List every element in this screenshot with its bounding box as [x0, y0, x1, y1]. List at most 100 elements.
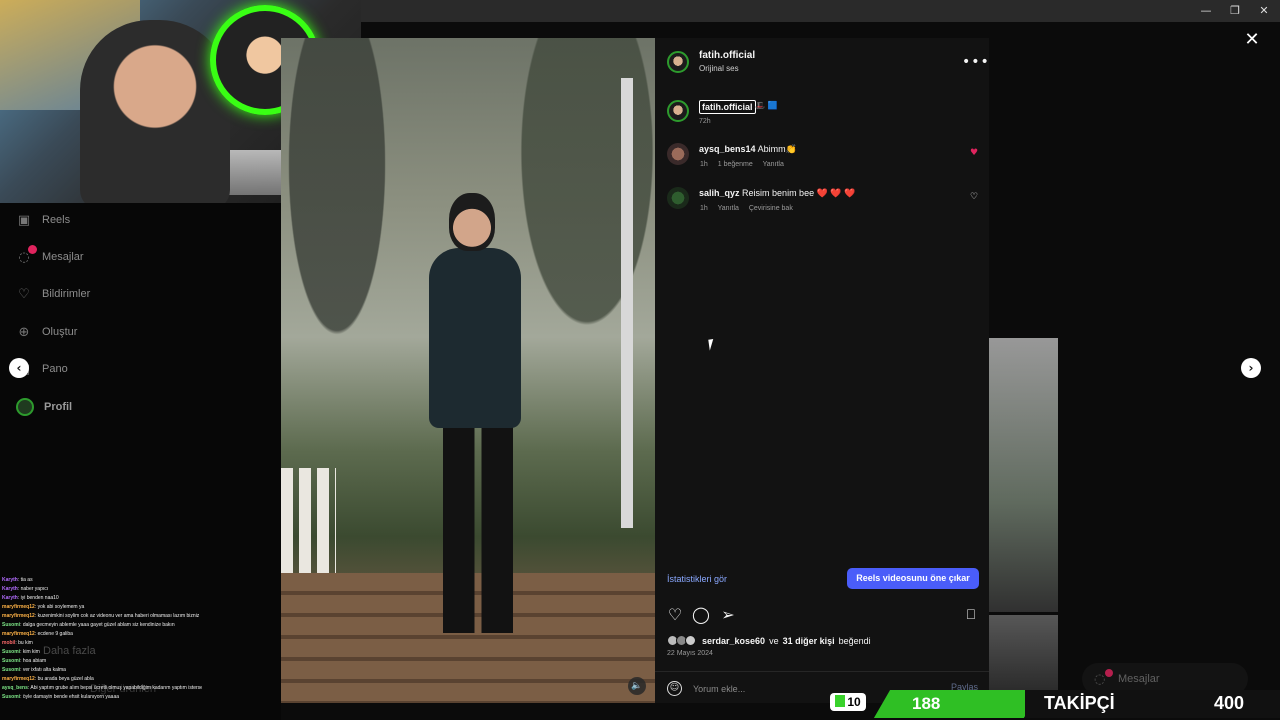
chat-message: Karyth: naber yapıcı	[2, 585, 202, 594]
boost-reel-button[interactable]: Reels videosunu öne çıkar	[847, 568, 979, 589]
chat-message: aysq_bens: Abi yaptım grube alım bepsi ü…	[2, 684, 202, 693]
comment-avatar[interactable]	[667, 187, 689, 209]
chat-username[interactable]: Karyth	[2, 577, 18, 583]
volume-icon[interactable]: 🔈	[628, 677, 646, 695]
chat-message: Karyth: iyi benden naa10	[2, 594, 202, 603]
chat-username[interactable]: Karyth	[2, 595, 18, 601]
chat-username[interactable]: aysq_bens	[2, 685, 28, 691]
chat-text: bu arada beya güzel abla	[37, 676, 94, 682]
sidebar-item-label: Bildirimler	[42, 288, 91, 300]
chat-username[interactable]: Susomi	[2, 667, 20, 673]
like-icon[interactable]: ♡	[666, 606, 684, 624]
man-in-suit	[421, 193, 531, 633]
next-post-button[interactable]: ›	[1241, 358, 1261, 378]
window-close-icon[interactable]: ✕	[1256, 3, 1272, 19]
sidebar-item-label: Mesajlar	[42, 251, 84, 263]
comment: salih_qyz Reisim benim bee ❤️ ❤️ ❤️	[699, 188, 855, 199]
chat-text: kim kim	[22, 649, 40, 655]
liked-by-others[interactable]: 31 diğer kişi	[783, 636, 835, 646]
view-insights-link[interactable]: İstatistikleri gör	[667, 574, 727, 584]
chat-username[interactable]: maryfirmeq12	[2, 613, 35, 619]
chat-text: yok abi soylemem ya	[37, 604, 85, 610]
comment-body: Abimm👏	[757, 144, 797, 154]
follower-label: TAKİPÇİ	[1044, 693, 1115, 713]
follower-goal-bar: 10 188 TAKİPÇİ 400	[820, 688, 1280, 720]
chat-username[interactable]: Susomi	[2, 622, 20, 628]
close-icon[interactable]: ✕	[1242, 30, 1262, 50]
chat-text: ecdene 9 galiba	[37, 631, 73, 637]
comment-body: Reisim benim bee ❤️ ❤️ ❤️	[742, 188, 856, 198]
chat-text: hoa abiam	[22, 658, 47, 664]
chat-message: Susomi: ver ixfatı alta kalma	[2, 666, 202, 675]
maximize-icon[interactable]: ❐	[1227, 3, 1243, 19]
screen: — ❐ ✕ ▣ Reels ◌ Mesajlar ♡ Bildirimler ⊕…	[0, 0, 1280, 720]
follower-goal: 400	[1214, 693, 1245, 713]
comment-username[interactable]: salih_qyz	[699, 188, 740, 198]
comment-time: 1h	[700, 205, 708, 212]
kick-badge: 10	[830, 693, 866, 711]
reply-button[interactable]: Yanıtla	[718, 205, 739, 212]
chat-text: naber yapıcı	[20, 586, 49, 592]
comment-icon[interactable]: ◯	[692, 606, 710, 624]
chat-username[interactable]: Susomi	[2, 694, 20, 700]
liker-avatar	[685, 635, 696, 646]
chat-text: dalga gecmeyin ablemle yaaa gayet güzel …	[22, 622, 175, 628]
reply-button[interactable]: Yanıtla	[763, 161, 784, 168]
messenger-icon: ◌	[16, 245, 37, 265]
sidebar-item-profile[interactable]: Profil	[16, 396, 72, 418]
post-date: 22 Mayıs 2024	[667, 650, 713, 657]
chat-text: tia as	[20, 577, 33, 583]
emoji-icon[interactable]: ☺	[667, 681, 682, 696]
audio-label[interactable]: Orijinal ses	[699, 64, 739, 73]
chat-message: Susomi: kim kim	[2, 648, 202, 657]
tree	[281, 38, 421, 458]
minimize-icon[interactable]: —	[1198, 3, 1214, 19]
chat-username[interactable]: Susomi	[2, 658, 20, 664]
chat-username[interactable]: Susomi	[2, 649, 20, 655]
chat-username[interactable]: maryfirmeq12	[2, 676, 35, 682]
chat-username[interactable]: maryfirmeq12	[2, 631, 35, 637]
comment-like-icon[interactable]: ♥	[970, 148, 978, 158]
chat-text: kuzenimkini soylim cok az videonu ver am…	[37, 613, 200, 619]
share-icon[interactable]: ➢	[719, 606, 737, 624]
chat-text: ver ixfatı alta kalma	[22, 667, 66, 673]
comment-username[interactable]: aysq_bens14	[699, 144, 756, 154]
legs	[443, 423, 513, 633]
chat-username[interactable]: maryfirmeq12	[2, 604, 35, 610]
chat-username[interactable]: mobil	[2, 640, 15, 646]
caption-avatar[interactable]	[667, 100, 689, 122]
chat-username[interactable]: Karyth	[2, 586, 18, 592]
comment-avatar[interactable]	[667, 143, 689, 165]
more-options-icon[interactable]: •••	[962, 54, 990, 70]
sidebar-item-notifications[interactable]: ♡ Bildirimler	[16, 283, 90, 305]
see-translation-button[interactable]: Çevirisine bak	[749, 205, 793, 212]
next-post-thumbnail	[989, 338, 1058, 612]
progress-fill	[873, 690, 1041, 718]
chat-message: maryfirmeq12: ecdene 9 galiba	[2, 630, 202, 639]
plus-icon: ⊕	[18, 324, 30, 340]
sidebar-item-messages[interactable]: ◌ Mesajlar	[16, 245, 84, 268]
chat-message: Susomi: dalga gecmeyin ablemle yaaa gaye…	[2, 621, 202, 630]
sidebar-item-reels[interactable]: ▣ Reels	[16, 209, 70, 231]
author-avatar[interactable]	[667, 51, 689, 73]
chat-text: iyi benden naa10	[20, 595, 59, 601]
chat-message: maryfirmeq12: kuzenimkini soylim cok az …	[2, 612, 202, 621]
notification-badge	[1105, 669, 1113, 677]
bookmark-icon[interactable]: ⎕	[962, 606, 980, 624]
sidebar-item-label: Pano	[42, 363, 68, 375]
previous-post-button[interactable]: ‹	[9, 358, 29, 378]
sidebar-item-create[interactable]: ⊕ Oluştur	[16, 321, 78, 343]
reel-video[interactable]	[281, 38, 655, 703]
chat-message: Karyth: tia as	[2, 576, 202, 585]
post-author[interactable]: fatih.official	[699, 50, 755, 61]
comment-like-icon[interactable]: ♡	[970, 192, 978, 202]
window-titlebar: — ❐ ✕	[361, 0, 1280, 22]
comment-likes[interactable]: 1 beğenme	[718, 161, 753, 168]
comment: aysq_bens14 Abimm👏	[699, 144, 797, 155]
caption-username[interactable]: fatih.official	[699, 100, 756, 114]
liked-by-user[interactable]: serdar_kose60	[702, 636, 765, 646]
heart-icon: ♡	[18, 286, 30, 302]
chat-message: maryfirmeq12: yok abi soylemem ya	[2, 603, 202, 612]
liked-by-conj: ve	[769, 635, 779, 646]
head	[449, 193, 495, 251]
